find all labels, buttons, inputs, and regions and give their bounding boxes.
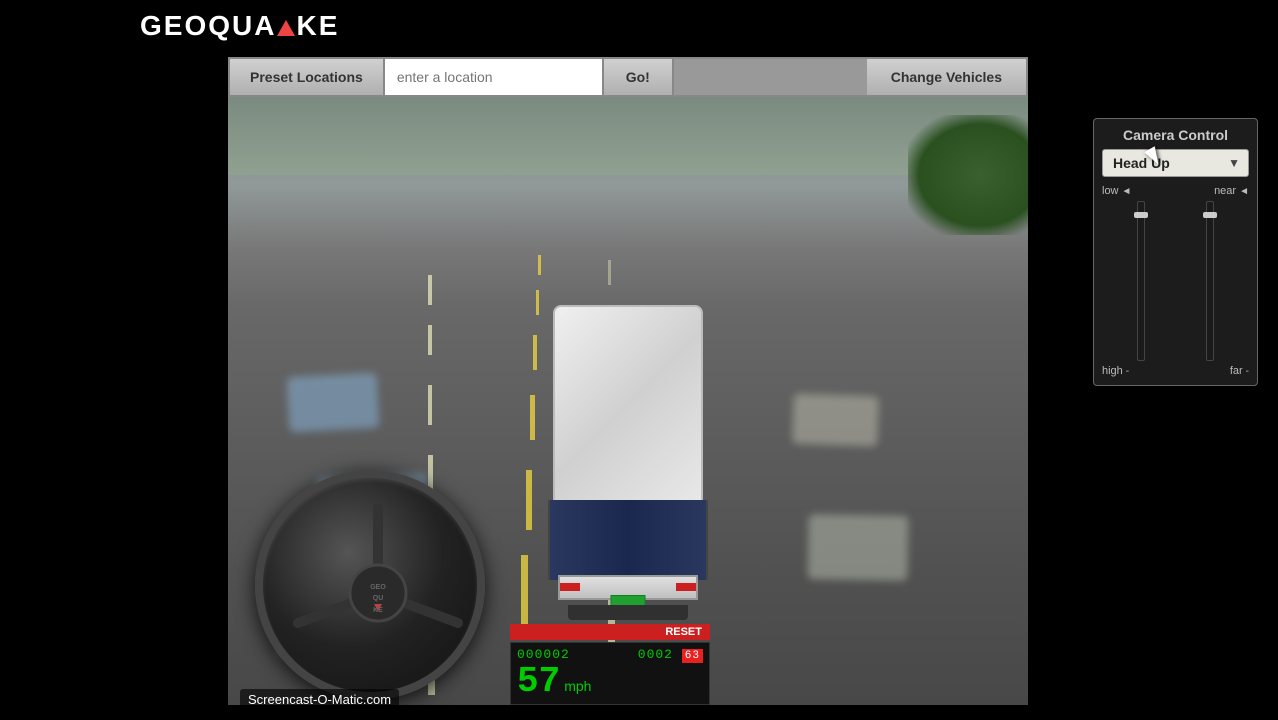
bus-lower-body <box>548 500 708 580</box>
bus-taillight-right <box>676 583 696 591</box>
camera-panel-title: Camera Control <box>1102 127 1249 143</box>
trip-meter: 0002 63 <box>638 647 703 662</box>
wheel-rim: GEO QU KE <box>255 470 485 700</box>
slider-bottom-labels: high - far - <box>1102 365 1249 377</box>
dash-icon: - <box>1126 366 1129 377</box>
far-label: far - <box>1230 365 1249 377</box>
lane-mark <box>608 260 611 285</box>
speed-row: 57 mph <box>517 664 703 700</box>
traffic-car <box>807 514 908 581</box>
sliders-container <box>1102 201 1249 361</box>
toolbar: Preset Locations Go! Change Vehicles <box>228 57 1028 97</box>
reset-button[interactable]: RESET <box>510 624 710 640</box>
camera-mode-dropdown[interactable]: Head Up ▼ <box>1102 149 1249 177</box>
player-vehicle-bus <box>538 305 718 605</box>
yellow-center-line <box>538 255 541 275</box>
camera-mode-label: Head Up <box>1103 150 1220 176</box>
chevron-down-icon: ▼ <box>1220 151 1248 175</box>
speed-unit: mph <box>564 678 591 694</box>
high-label: high - <box>1102 365 1129 377</box>
app-logo: GEOQUAKE <box>140 10 339 42</box>
slider-top-labels: low ◄ near ◄ <box>1102 185 1249 197</box>
slider-thumb-distance[interactable] <box>1203 212 1217 218</box>
yellow-center-line <box>533 335 537 370</box>
change-vehicles-button[interactable]: Change Vehicles <box>867 59 1026 95</box>
bus-taillight-left <box>560 583 580 591</box>
gear-display: 63 <box>682 649 703 663</box>
vertical-slider-height[interactable] <box>1137 201 1145 361</box>
yellow-center-line <box>526 470 532 530</box>
watermark: Screencast-O-Matic.com <box>240 689 399 710</box>
bus-undercarriage <box>568 605 688 620</box>
vertical-slider-distance[interactable] <box>1206 201 1214 361</box>
svg-text:GEO: GEO <box>370 584 386 591</box>
steering-wheel: GEO QU KE <box>255 470 485 700</box>
bus-upper-body <box>553 305 703 505</box>
odometer: 000002 <box>517 647 570 662</box>
trees <box>908 115 1028 235</box>
logo-text: GEOQUAKE <box>140 10 339 41</box>
yellow-center-line <box>521 555 528 635</box>
speed-value: 57 <box>517 664 560 700</box>
svg-text:KE: KE <box>373 607 383 614</box>
dash-icon-2: - <box>1246 366 1249 377</box>
svg-text:QU: QU <box>373 595 384 602</box>
preset-locations-button[interactable]: Preset Locations <box>230 59 385 95</box>
go-button[interactable]: Go! <box>604 59 674 95</box>
lane-mark <box>428 385 432 425</box>
lane-mark <box>428 325 432 355</box>
traffic-car <box>792 394 879 447</box>
lane-mark <box>428 275 432 305</box>
low-label: low ◄ <box>1102 185 1131 197</box>
speedo-top-row: 000002 0002 63 <box>517 647 703 662</box>
slider-thumb-height[interactable] <box>1134 212 1148 218</box>
camera-control-panel: Camera Control Head Up ▼ low ◄ near ◄ hi… <box>1093 118 1258 386</box>
right-arrow-icon: ◄ <box>1239 186 1249 197</box>
speedo-display: 000002 0002 63 57 mph <box>510 642 710 705</box>
traffic-car <box>287 373 380 433</box>
left-arrow-icon: ◄ <box>1122 186 1132 197</box>
near-label: near ◄ <box>1214 185 1249 197</box>
location-input[interactable] <box>385 59 604 95</box>
yellow-center-line <box>530 395 535 440</box>
speedometer: RESET 000002 0002 63 57 mph <box>510 624 710 705</box>
